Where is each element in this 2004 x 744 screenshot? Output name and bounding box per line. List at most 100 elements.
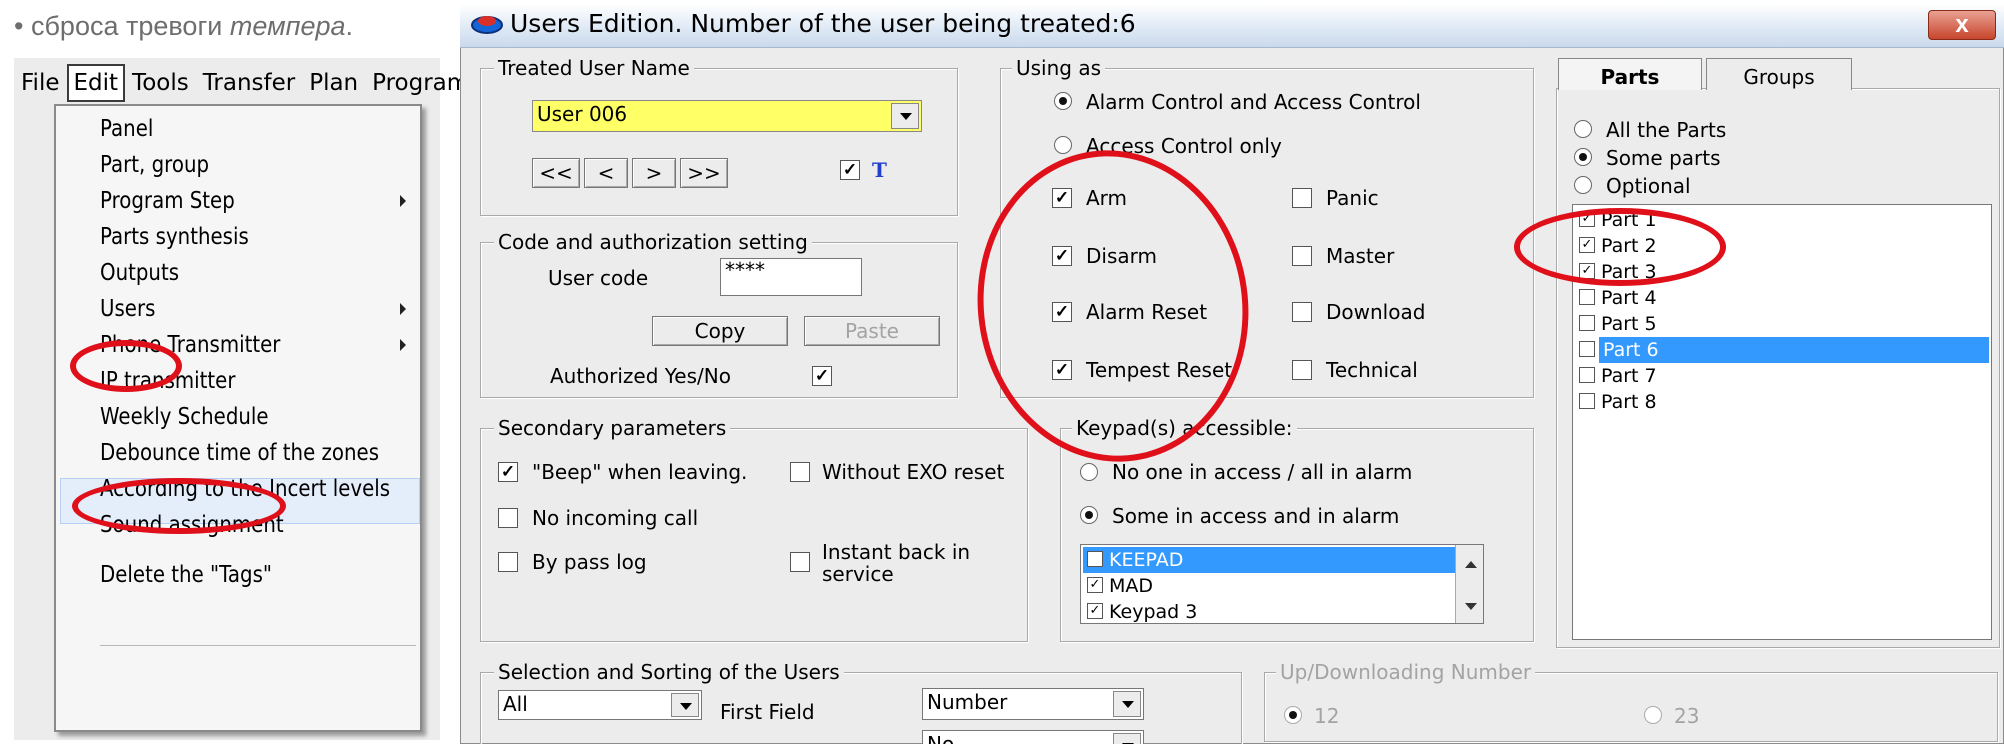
keypad-checkbox[interactable]: ✓	[1087, 577, 1103, 593]
beep-checkbox[interactable]: ✓	[498, 462, 518, 482]
caption-text: • сброса тревоги темпера.	[14, 11, 354, 41]
panic-checkbox[interactable]	[1292, 188, 1312, 208]
technical-checkbox[interactable]	[1292, 360, 1312, 380]
user-name-select[interactable]: User 006	[532, 100, 922, 132]
keypad-checkbox[interactable]: ✓	[1087, 603, 1103, 619]
download-checkbox[interactable]	[1292, 302, 1312, 322]
t-checkbox[interactable]: ✓	[840, 160, 860, 180]
some-parts-label: Some parts	[1606, 146, 1721, 170]
instant-back-label-line2: service	[822, 562, 894, 586]
optional-radio[interactable]	[1574, 176, 1592, 194]
menu-file[interactable]: File	[14, 70, 67, 96]
part-checkbox[interactable]	[1579, 289, 1595, 305]
keypad-list: ✓ KEEPAD ✓ MAD ✓ Keypad 3	[1080, 544, 1484, 624]
last-user-button[interactable]: >>	[680, 158, 728, 188]
authorized-checkbox[interactable]: ✓	[812, 366, 832, 386]
master-checkbox[interactable]	[1292, 246, 1312, 266]
treated-user-group	[480, 68, 958, 216]
part-checkbox[interactable]	[1579, 341, 1595, 357]
chevron-down-icon[interactable]	[671, 693, 699, 717]
keypad-checkbox[interactable]: ✓	[1087, 551, 1103, 567]
close-button[interactable]: x	[1928, 10, 1996, 40]
part-list-item[interactable]: Part 8	[1575, 389, 1989, 415]
scroll-up-icon[interactable]	[1465, 561, 1477, 568]
updown-12-label: 12	[1314, 704, 1340, 728]
panic-label: Panic	[1326, 186, 1379, 210]
submenu-arrow-icon	[400, 195, 406, 207]
using-as-legend: Using as	[1012, 56, 1106, 80]
updown-12-radio[interactable]	[1284, 706, 1302, 724]
beep-label: "Beep" when leaving.	[532, 460, 748, 484]
submenu-arrow-icon	[400, 339, 406, 351]
menu-bar: File Edit Tools Transfer Plan Programmab…	[14, 60, 527, 106]
part-list-item[interactable]: Part 7	[1575, 363, 1989, 389]
t-label: T	[872, 158, 887, 182]
tab-groups[interactable]: Groups	[1706, 58, 1852, 90]
edit-dropdown-menu: Panel Part, group Program Step Parts syn…	[54, 104, 422, 732]
part-list-item[interactable]: Part 4	[1575, 285, 1989, 311]
chevron-down-icon[interactable]	[1113, 733, 1141, 744]
copy-button[interactable]: Copy	[652, 316, 788, 346]
part-checkbox[interactable]	[1579, 393, 1595, 409]
annotation-circle-users	[70, 340, 182, 392]
keypad-list-item[interactable]: ✓ MAD	[1083, 573, 1453, 599]
previous-user-button[interactable]: <	[584, 158, 628, 188]
optional-label: Optional	[1606, 174, 1691, 198]
some-in-access-radio[interactable]	[1080, 506, 1098, 524]
paste-button[interactable]: Paste	[804, 316, 940, 346]
keypad-list-item[interactable]: ✓ KEEPAD	[1083, 547, 1483, 573]
user-code-label: User code	[548, 266, 649, 290]
chevron-down-icon[interactable]	[1113, 691, 1141, 717]
master-label: Master	[1326, 244, 1395, 268]
user-code-input[interactable]: ****	[720, 258, 862, 296]
some-parts-radio[interactable]	[1574, 148, 1592, 166]
first-user-button[interactable]: <<	[532, 158, 580, 188]
all-parts-radio[interactable]	[1574, 120, 1592, 138]
without-exo-reset-checkbox[interactable]	[790, 462, 810, 482]
updown-legend: Up/Downloading Number	[1276, 660, 1536, 684]
treated-user-legend: Treated User Name	[494, 56, 694, 80]
no-incoming-call-checkbox[interactable]	[498, 508, 518, 528]
download-label: Download	[1326, 300, 1426, 324]
instant-back-checkbox[interactable]	[790, 552, 810, 572]
user-filter-select[interactable]: All	[498, 690, 702, 720]
selection-sorting-legend: Selection and Sorting of the Users	[494, 660, 844, 684]
instant-back-label-line1: Instant back in	[822, 540, 971, 564]
updown-23-radio[interactable]	[1644, 706, 1662, 724]
next-user-button[interactable]: >	[632, 158, 676, 188]
first-field-select[interactable]: Number	[922, 688, 1144, 720]
bypass-log-label: By pass log	[532, 550, 647, 574]
no-one-in-access-radio[interactable]	[1080, 463, 1098, 481]
annotation-circle-weekly-schedule	[72, 478, 286, 534]
no-one-in-access-label: No one in access / all in alarm	[1112, 460, 1413, 484]
menu-plan[interactable]: Plan	[302, 70, 365, 96]
scrollbar[interactable]	[1455, 545, 1483, 623]
scroll-down-icon[interactable]	[1465, 603, 1477, 610]
menu-transfer[interactable]: Transfer	[196, 70, 302, 96]
alarm-and-access-radio[interactable]	[1054, 92, 1072, 110]
access-only-radio[interactable]	[1054, 136, 1072, 154]
menu-edit[interactable]: Edit	[66, 64, 126, 102]
all-parts-label: All the Parts	[1606, 118, 1727, 142]
tab-parts[interactable]: Parts	[1558, 58, 1702, 90]
annotation-circle-parts	[1514, 208, 1726, 286]
without-exo-reset-label: Without EXO reset	[822, 460, 1005, 484]
part-checkbox[interactable]	[1579, 367, 1595, 383]
chevron-down-icon[interactable]	[891, 103, 919, 129]
authorized-label: Authorized Yes/No	[550, 364, 731, 388]
menu-tools[interactable]: Tools	[125, 70, 196, 96]
part-list-item-selected[interactable]: Part 6	[1575, 337, 1989, 363]
part-checkbox[interactable]	[1579, 315, 1595, 331]
app-icon	[471, 16, 503, 34]
menu-separator	[100, 645, 416, 646]
secondary-parameters-legend: Secondary parameters	[494, 416, 731, 440]
second-field-select[interactable]: No	[922, 730, 1144, 744]
submenu-arrow-icon	[400, 303, 406, 315]
user-name-value: User 006	[537, 102, 628, 126]
technical-label: Technical	[1326, 358, 1418, 382]
first-field-label: First Field	[720, 700, 815, 724]
keypad-list-item[interactable]: ✓ Keypad 3	[1083, 599, 1453, 623]
bypass-log-checkbox[interactable]	[498, 552, 518, 572]
menu-item-delete-tags[interactable]: Delete the "Tags"	[62, 552, 375, 598]
part-list-item[interactable]: Part 5	[1575, 311, 1989, 337]
